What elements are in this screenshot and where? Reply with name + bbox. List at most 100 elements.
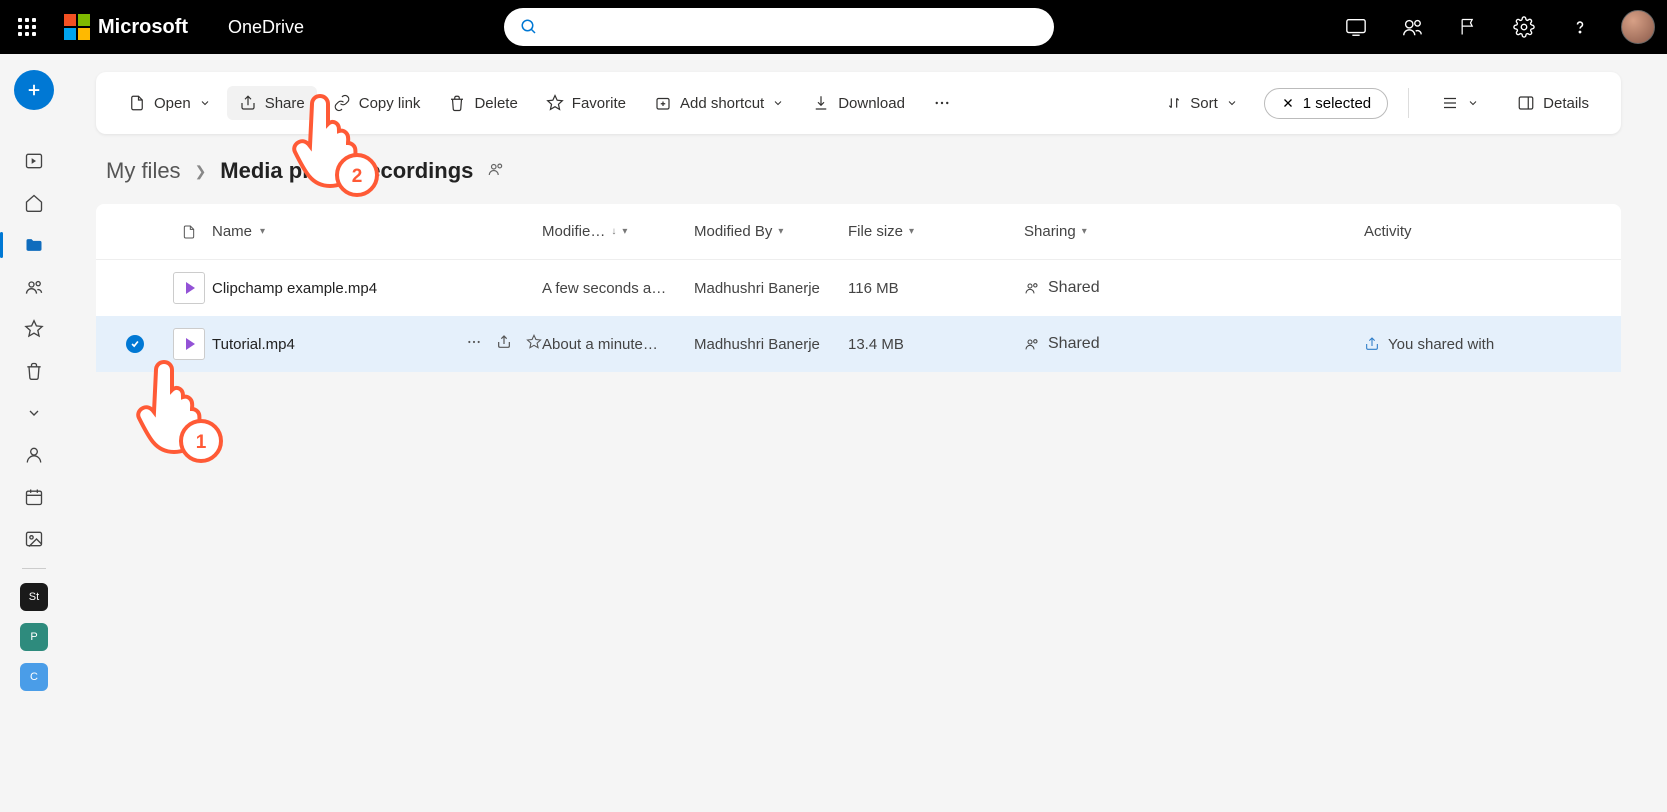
settings-icon[interactable] xyxy=(1509,12,1539,42)
checked-icon xyxy=(126,335,144,353)
add-shortcut-label: Add shortcut xyxy=(680,95,764,112)
rail-divider xyxy=(22,568,46,569)
table-row[interactable]: Tutorial.mp4 About a minute… Madhushri B… xyxy=(96,316,1621,372)
open-label: Open xyxy=(154,95,191,112)
row-actions xyxy=(466,334,542,355)
column-name[interactable]: Name▾ xyxy=(212,223,542,240)
row-star-icon[interactable] xyxy=(526,334,542,355)
file-icon xyxy=(128,94,146,112)
chevron-down-icon: ▾ xyxy=(260,226,265,237)
app-name[interactable]: OneDrive xyxy=(228,17,304,38)
column-modified[interactable]: Modifie…↓▾ xyxy=(542,223,694,240)
share-button[interactable]: Share xyxy=(227,86,317,120)
chevron-down-icon: ▾ xyxy=(622,226,627,237)
header-right xyxy=(1341,10,1655,44)
file-size: 13.4 MB xyxy=(848,336,904,353)
row-share-icon[interactable] xyxy=(496,334,512,355)
download-button[interactable]: Download xyxy=(800,86,917,120)
rail-recycle-icon[interactable] xyxy=(0,350,68,392)
teams-icon[interactable] xyxy=(1397,12,1427,42)
chevron-down-icon xyxy=(1467,97,1479,109)
rail-previewpane-icon[interactable] xyxy=(0,140,68,182)
table-head: Name▾ Modifie…↓▾ Modified By▾ File size▾… xyxy=(96,204,1621,260)
chevron-down-icon xyxy=(772,97,784,109)
search-input[interactable] xyxy=(504,8,1054,46)
video-file-icon xyxy=(173,272,205,304)
rail-app-st[interactable]: St xyxy=(20,583,48,611)
sort-arrow-icon: ↓ xyxy=(611,226,616,237)
favorite-button[interactable]: Favorite xyxy=(534,86,638,120)
file-table: Name▾ Modifie…↓▾ Modified By▾ File size▾… xyxy=(96,204,1621,372)
column-modified-by[interactable]: Modified By▾ xyxy=(694,223,848,240)
copy-link-button[interactable]: Copy link xyxy=(321,86,433,120)
user-avatar[interactable] xyxy=(1621,10,1655,44)
sort-icon xyxy=(1166,95,1182,111)
row-check[interactable] xyxy=(126,335,166,353)
chevron-down-icon xyxy=(1226,97,1238,109)
cmd-right: Sort 1 selected Details xyxy=(1154,86,1601,120)
file-size: 116 MB xyxy=(848,280,899,297)
selection-pill[interactable]: 1 selected xyxy=(1264,88,1388,119)
rail-calendar-icon[interactable] xyxy=(0,476,68,518)
sort-button[interactable]: Sort xyxy=(1154,87,1250,120)
flag-icon[interactable] xyxy=(1453,12,1483,42)
link-icon xyxy=(333,94,351,112)
details-button[interactable]: Details xyxy=(1505,86,1601,120)
svg-text:1: 1 xyxy=(196,432,207,453)
share-out-icon xyxy=(1364,336,1380,352)
row-more-icon[interactable] xyxy=(466,334,482,355)
content-area: Open Share Copy link Delete Favorite Add… xyxy=(96,72,1621,372)
people-icon xyxy=(1024,280,1040,296)
rail-favorites-icon[interactable] xyxy=(0,308,68,350)
breadcrumb-current[interactable]: Media player recordings xyxy=(220,158,473,184)
selection-label: 1 selected xyxy=(1303,95,1371,112)
share-icon xyxy=(239,94,257,112)
view-switch-button[interactable] xyxy=(1429,86,1491,120)
details-pane-icon xyxy=(1517,94,1535,112)
share-label: Share xyxy=(265,95,305,112)
table-row[interactable]: Clipchamp example.mp4 A few seconds a… M… xyxy=(96,260,1621,316)
rail-myfiles-icon[interactable] xyxy=(0,224,68,266)
file-name[interactable]: Clipchamp example.mp4 xyxy=(212,280,377,297)
file-modified-by: Madhushri Banerje xyxy=(694,336,820,353)
column-activity[interactable]: Activity xyxy=(1364,223,1591,240)
file-sharing[interactable]: Shared xyxy=(1024,279,1100,297)
brand-text: Microsoft xyxy=(98,16,188,39)
microsoft-logo[interactable]: Microsoft xyxy=(64,14,188,40)
rail-shared-icon[interactable] xyxy=(0,266,68,308)
rail-photos-icon[interactable] xyxy=(0,518,68,560)
add-shortcut-button[interactable]: Add shortcut xyxy=(642,86,796,120)
people-icon xyxy=(1024,336,1040,352)
rail-app-p[interactable]: P xyxy=(20,623,48,651)
help-icon[interactable] xyxy=(1565,12,1595,42)
left-rail: St P C xyxy=(0,54,68,812)
open-button[interactable]: Open xyxy=(116,86,223,120)
command-bar: Open Share Copy link Delete Favorite Add… xyxy=(96,72,1621,134)
screen-icon[interactable] xyxy=(1341,12,1371,42)
column-sharing[interactable]: Sharing▾ xyxy=(1024,223,1364,240)
delete-icon xyxy=(448,94,466,112)
rail-app-c[interactable]: C xyxy=(20,663,48,691)
breadcrumb-root[interactable]: My files xyxy=(106,158,181,184)
column-file-size[interactable]: File size▾ xyxy=(848,223,1024,240)
favorite-label: Favorite xyxy=(572,95,626,112)
waffle-icon xyxy=(18,18,36,36)
rail-expand-icon[interactable] xyxy=(0,392,68,434)
search-icon xyxy=(520,18,538,36)
download-label: Download xyxy=(838,95,905,112)
file-name[interactable]: Tutorial.mp4 xyxy=(212,336,295,353)
chevron-right-icon: ❯ xyxy=(195,163,207,180)
delete-label: Delete xyxy=(474,95,517,112)
file-modified: About a minute… xyxy=(542,336,658,353)
rail-home-icon[interactable] xyxy=(0,182,68,224)
rail-people-icon[interactable] xyxy=(0,434,68,476)
annotation-step-1: 1 xyxy=(124,358,224,468)
delete-button[interactable]: Delete xyxy=(436,86,529,120)
more-icon xyxy=(933,94,951,112)
chevron-down-icon: ▾ xyxy=(909,226,914,237)
file-sharing[interactable]: Shared xyxy=(1024,335,1100,353)
list-icon xyxy=(1441,94,1459,112)
app-launcher-button[interactable] xyxy=(0,0,54,54)
add-new-button[interactable] xyxy=(14,70,54,110)
more-button[interactable] xyxy=(921,86,963,120)
